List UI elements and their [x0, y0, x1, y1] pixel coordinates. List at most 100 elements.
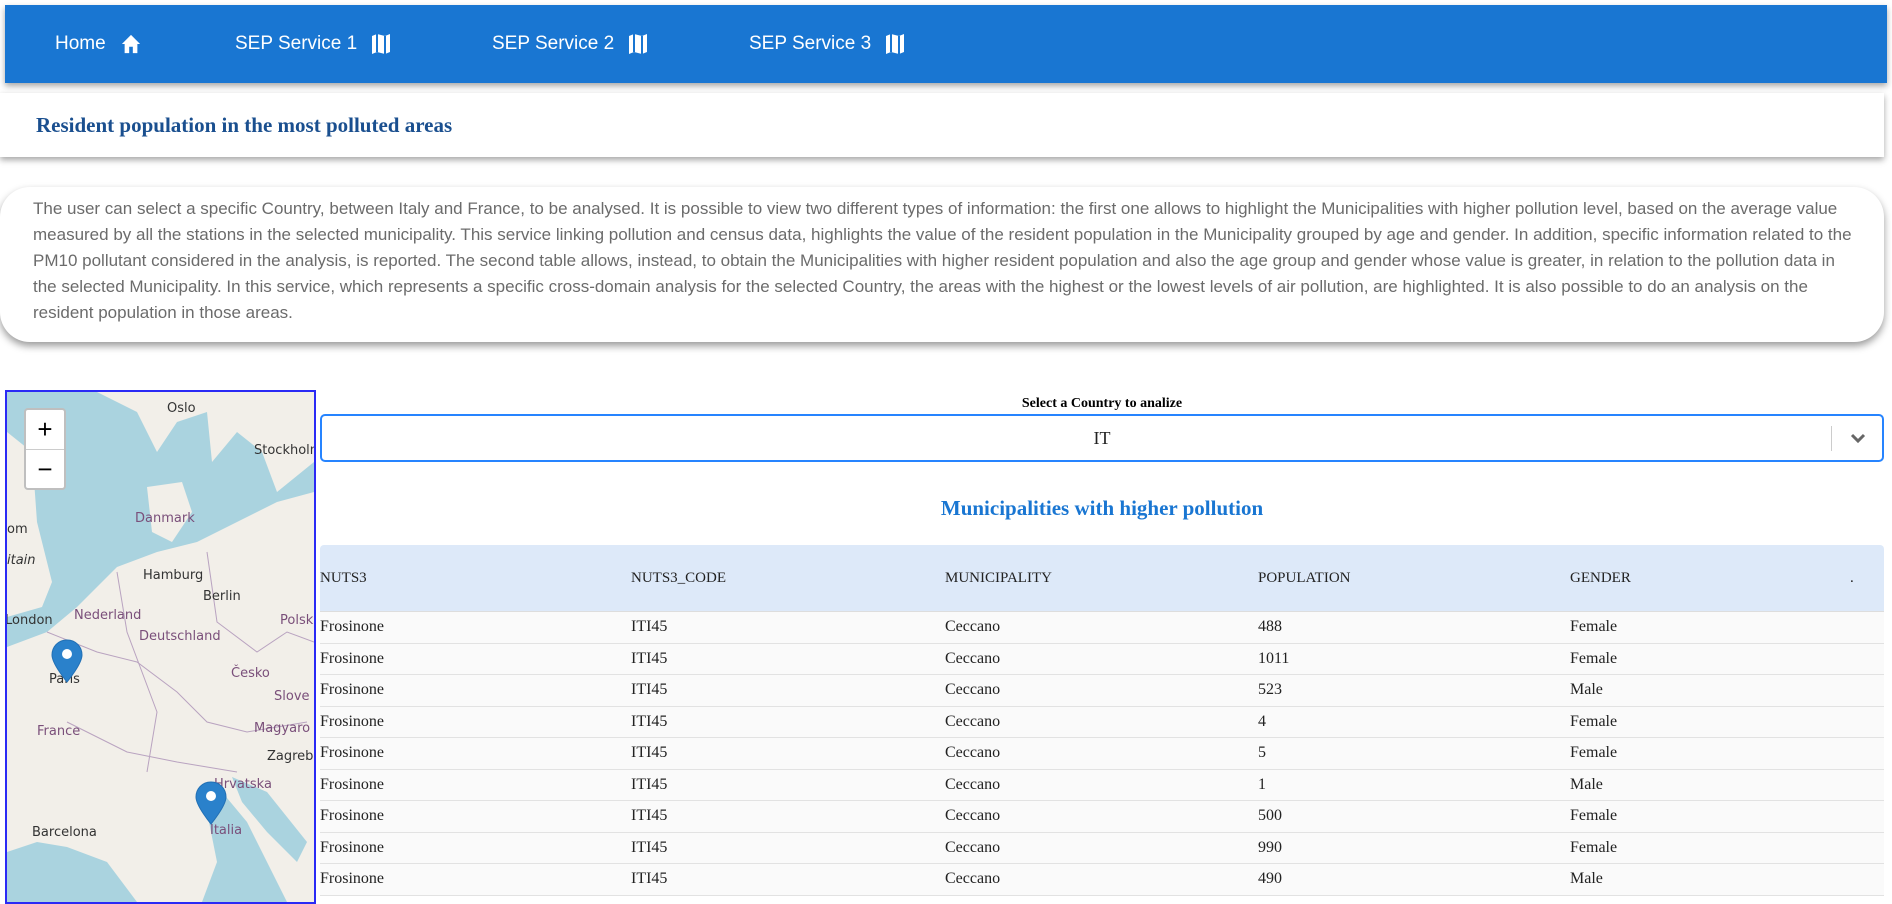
chevron-down-icon[interactable] [1848, 428, 1868, 448]
cell-municipality: Ceccano [945, 838, 1001, 856]
cell-gender: Female [1570, 712, 1618, 730]
column-header-population[interactable]: POPULATION [1258, 545, 1351, 611]
nav-service-1-label: SEP Service 1 [235, 33, 358, 54]
cell-population: 1 [1258, 775, 1266, 793]
cell-municipality: Ceccano [945, 712, 1001, 730]
cell-gender: Female [1570, 649, 1618, 667]
map-label-kingdom: om [7, 522, 28, 537]
map-label-cesko: Česko [231, 665, 270, 681]
cell-municipality: Ceccano [945, 618, 1001, 635]
table-row: Frosinone ITI45 Ceccano 1011 Female [320, 643, 1884, 675]
cell-nuts3: Frosinone [320, 775, 384, 793]
map-icon [372, 34, 391, 54]
cell-gender: Female [1570, 838, 1618, 856]
map-label-nederland: Nederland [74, 608, 141, 623]
map-icon [886, 34, 905, 54]
map[interactable]: Oslo Stockholm Danmark om itain Hamburg … [5, 390, 316, 904]
column-header-more[interactable]: . [1850, 545, 1854, 611]
description-card: The user can select a specific Country, … [0, 187, 1884, 342]
table-row: Frosinone ITI45 Ceccano 5 Female [320, 738, 1884, 770]
map-label-magyar: Magyaro [254, 721, 310, 736]
map-label-stockholm: Stockholm [254, 443, 314, 458]
cell-nuts3-code: ITI45 [631, 838, 668, 856]
nav-sep-service-3[interactable]: SEP Service 3 [749, 5, 905, 83]
map-label-slovenija: Slove [274, 689, 310, 704]
cell-nuts3: Frosinone [320, 838, 384, 856]
column-header-nuts3[interactable]: NUTS3 [320, 545, 367, 611]
cell-nuts3-code: ITI45 [631, 618, 668, 635]
pollution-table: NUTS3 NUTS3_CODE MUNICIPALITY POPULATION… [320, 545, 1884, 896]
table-row: Frosinone ITI45 Ceccano 490 Male [320, 864, 1884, 896]
nav-home[interactable]: Home [55, 5, 142, 83]
map-label-france: France [37, 724, 80, 739]
table-row: Frosinone ITI45 Ceccano 4 Female [320, 706, 1884, 738]
map-label-london: London [7, 613, 53, 628]
cell-nuts3-code: ITI45 [631, 775, 668, 793]
cell-nuts3-code: ITI45 [631, 744, 668, 761]
cell-population: 1011 [1258, 649, 1290, 667]
cell-population: 488 [1258, 618, 1282, 635]
column-header-nuts3-code[interactable]: NUTS3_CODE [631, 545, 726, 611]
table-body: Frosinone ITI45 Ceccano 488 Female Frosinone I… [320, 612, 1884, 896]
cell-gender: Female [1570, 807, 1618, 824]
land-continent [7, 492, 314, 902]
country-select-value: IT [1093, 428, 1111, 448]
table-title: Municipalities with higher pollution [940, 496, 1264, 520]
table-row: Frosinone ITI45 Ceccano 523 Male [320, 675, 1884, 707]
top-navbar: Home SEP Service 1 SEP Service 2 SEP Ser… [5, 5, 1887, 83]
cell-nuts3: Frosinone [320, 712, 384, 730]
column-header-gender[interactable]: GENDER [1570, 545, 1631, 611]
cell-nuts3-code: ITI45 [631, 681, 668, 698]
cell-municipality: Ceccano [945, 744, 1001, 761]
cell-nuts3: Frosinone [320, 681, 384, 698]
zoom-out-button[interactable]: − [26, 450, 64, 489]
map-label-berlin: Berlin [203, 589, 241, 604]
zoom-in-button[interactable]: + [26, 410, 64, 450]
country-select-label: Select a Country to analize [1021, 396, 1183, 411]
table-header: NUTS3 NUTS3_CODE MUNICIPALITY POPULATION… [320, 545, 1884, 612]
cell-population: 5 [1258, 744, 1266, 761]
cell-gender: Female [1570, 744, 1618, 761]
nav-service-2-label: SEP Service 2 [492, 33, 615, 54]
map-label-italia: Italia [210, 823, 242, 838]
nav-sep-service-1[interactable]: SEP Service 1 [235, 5, 391, 83]
map-label-barcelona: Barcelona [32, 825, 97, 840]
cell-nuts3: Frosinone [320, 744, 384, 761]
map-label-oslo: Oslo [167, 401, 196, 416]
map-icon [629, 34, 648, 54]
cell-municipality: Ceccano [945, 807, 1001, 824]
table-row: Frosinone ITI45 Ceccano 1 Male [320, 769, 1884, 801]
map-label-zagreb: Zagreb [267, 749, 313, 764]
column-header-municipality[interactable]: MUNICIPALITY [945, 545, 1052, 611]
cell-gender: Female [1570, 618, 1618, 635]
table-row: Frosinone ITI45 Ceccano 488 Female [320, 612, 1884, 644]
cell-nuts3-code: ITI45 [631, 807, 668, 824]
table-row: Frosinone ITI45 Ceccano 990 Female [320, 832, 1884, 864]
cell-nuts3: Frosinone [320, 807, 384, 824]
cell-gender: Male [1570, 681, 1603, 698]
nav-service-3-label: SEP Service 3 [749, 33, 872, 54]
table-row: Frosinone ITI45 Ceccano 500 Female [320, 801, 1884, 833]
map-label-hamburg: Hamburg [143, 568, 203, 583]
country-select[interactable]: IT [320, 414, 1884, 462]
cell-population: 990 [1258, 838, 1282, 856]
title-card: Resident population in the most polluted… [0, 93, 1884, 157]
select-separator [1831, 426, 1832, 451]
map-label-danmark: Danmark [135, 511, 195, 526]
cell-nuts3: Frosinone [320, 618, 384, 635]
home-icon [121, 34, 140, 54]
cell-municipality: Ceccano [945, 681, 1001, 698]
map-label-deutschland: Deutschland [139, 629, 221, 644]
cell-nuts3: Frosinone [320, 649, 384, 667]
map-label-polska: Polsk [280, 613, 314, 628]
cell-municipality: Ceccano [945, 775, 1001, 793]
cell-nuts3-code: ITI45 [631, 649, 668, 667]
land-scandinavia [97, 392, 314, 492]
cell-municipality: Ceccano [945, 649, 1001, 667]
nav-home-label: Home [55, 33, 106, 54]
cell-population: 500 [1258, 807, 1282, 824]
page-title: Resident population in the most polluted… [36, 113, 453, 137]
cell-nuts3-code: ITI45 [631, 712, 668, 730]
cell-population: 4 [1258, 712, 1266, 730]
nav-sep-service-2[interactable]: SEP Service 2 [492, 5, 648, 83]
